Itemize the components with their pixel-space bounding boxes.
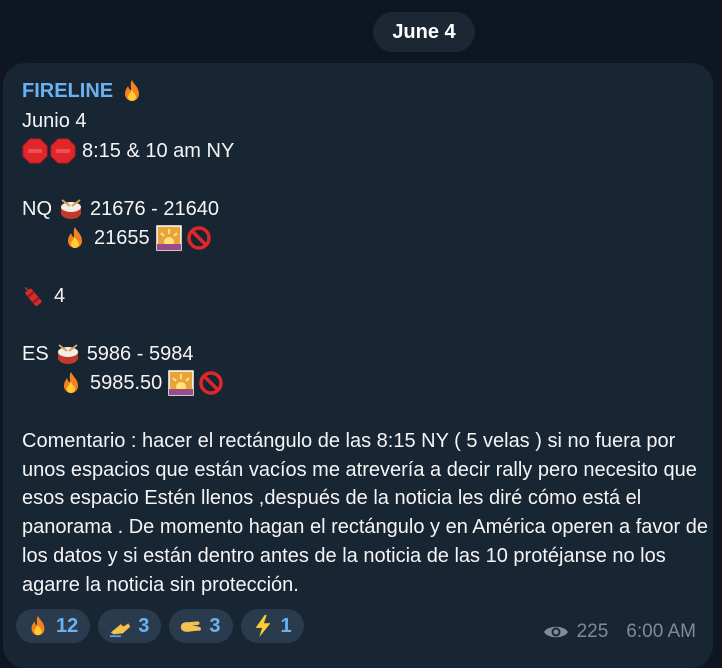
message-line-es-target: 5985.50 — [58, 370, 224, 396]
message-line-count: 4 — [22, 283, 65, 309]
eye-icon — [543, 623, 569, 641]
reaction-fire[interactable]: 12 — [16, 609, 91, 643]
es-label: ES — [22, 343, 49, 365]
reactions-bar: 12 3 3 1 — [16, 609, 304, 643]
message-line-date: Junio 4 — [22, 108, 87, 134]
es-target-value: 5985.50 — [90, 372, 163, 394]
reaction-count: 12 — [56, 614, 79, 637]
message-line-nq-range: NQ 21676 - 21640 — [22, 196, 219, 222]
count-value: 4 — [54, 285, 66, 307]
reaction-count: 3 — [209, 614, 221, 637]
reaction-lightning[interactable]: 1 — [240, 609, 304, 643]
prohibited-icon — [198, 370, 224, 396]
nq-label: NQ — [22, 198, 52, 220]
writing-hand-icon — [108, 614, 132, 638]
time-text: 8:15 & 10 am NY — [82, 140, 235, 162]
message-line-time: 8:15 & 10 am NY — [22, 138, 234, 164]
sender-label: FIRELINE — [22, 79, 114, 102]
reaction-count: 1 — [280, 614, 292, 637]
sunrise-icon — [155, 225, 182, 251]
prohibited-icon — [186, 225, 212, 251]
reaction-pinching-hand[interactable]: 3 — [169, 609, 233, 643]
fire-icon — [26, 614, 50, 638]
reaction-count: 3 — [138, 614, 150, 637]
fire-icon — [119, 78, 145, 104]
lightning-icon — [251, 614, 275, 638]
drum-icon — [55, 341, 81, 367]
message-meta: 225 6:00 AM — [543, 621, 696, 643]
firecracker-icon — [22, 283, 48, 309]
message-line-nq-target: 21655 — [62, 225, 212, 251]
nq-range-value: 21676 - 21640 — [90, 198, 220, 220]
fire-icon — [62, 225, 88, 251]
pinching-hand-icon — [179, 614, 203, 638]
stop-sign-icon — [22, 138, 48, 164]
message-time: 6:00 AM — [626, 621, 696, 642]
nq-target-value: 21655 — [94, 227, 150, 249]
date-text: Junio 4 — [22, 110, 87, 132]
fire-icon — [58, 370, 84, 396]
date-separator: June 4 — [373, 12, 475, 52]
stop-sign-icon — [50, 138, 76, 164]
sunrise-icon — [168, 370, 195, 396]
message-comment: Comentario : hacer el rectángulo de las … — [22, 430, 708, 596]
sender-name[interactable]: FIRELINE — [22, 78, 145, 104]
reaction-writing-hand[interactable]: 3 — [98, 609, 162, 643]
view-count: 225 — [576, 621, 609, 642]
message-line-es-range: ES 5986 - 5984 — [22, 341, 193, 367]
drum-icon — [58, 196, 84, 222]
es-range-value: 5986 - 5984 — [86, 343, 194, 365]
